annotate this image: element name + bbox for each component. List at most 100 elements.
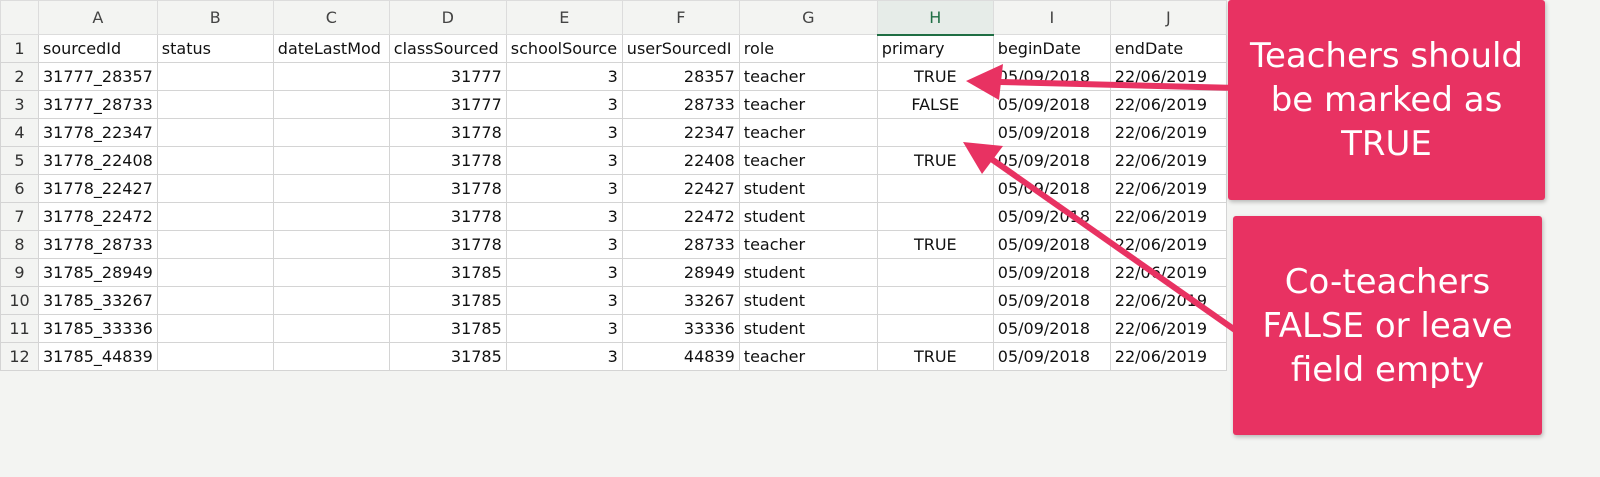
table-cell[interactable]: TRUE — [876, 230, 994, 259]
table-cell[interactable] — [272, 258, 390, 287]
row-number[interactable]: 10 — [0, 286, 39, 315]
table-cell[interactable]: FALSE — [876, 90, 994, 119]
row-number[interactable]: 3 — [0, 90, 39, 119]
table-cell[interactable]: 31778_22427 — [38, 174, 158, 203]
header-cell[interactable]: schoolSource — [505, 34, 623, 63]
table-cell[interactable]: 31778_28733 — [38, 230, 158, 259]
row-number[interactable]: 6 — [0, 174, 39, 203]
table-cell[interactable] — [272, 90, 390, 119]
table-cell[interactable]: 28733 — [621, 90, 740, 119]
header-cell[interactable]: beginDate — [992, 34, 1111, 63]
table-cell[interactable]: 31778_22347 — [38, 118, 158, 147]
header-cell[interactable]: sourcedId — [38, 34, 158, 63]
table-cell[interactable]: 22/06/2019 — [1109, 342, 1227, 371]
table-cell[interactable]: 31785 — [388, 286, 507, 315]
table-cell[interactable]: 22/06/2019 — [1109, 230, 1227, 259]
table-cell[interactable] — [156, 230, 274, 259]
table-cell[interactable]: 05/09/2018 — [992, 230, 1111, 259]
table-cell[interactable]: 31778 — [388, 118, 507, 147]
table-cell[interactable]: 05/09/2018 — [992, 62, 1111, 91]
table-cell[interactable]: 31785 — [388, 342, 507, 371]
column-header-j[interactable]: J — [1109, 0, 1227, 35]
table-cell[interactable] — [156, 146, 274, 175]
table-cell[interactable]: 22427 — [621, 174, 740, 203]
table-cell[interactable] — [272, 286, 390, 315]
header-cell[interactable]: dateLastMod — [272, 34, 390, 63]
row-number[interactable]: 9 — [0, 258, 39, 287]
table-cell[interactable] — [156, 62, 274, 91]
table-cell[interactable]: 33267 — [621, 286, 740, 315]
table-cell[interactable]: 05/09/2018 — [992, 314, 1111, 343]
table-cell[interactable]: 31777_28357 — [38, 62, 158, 91]
table-cell[interactable]: 22/06/2019 — [1109, 174, 1227, 203]
table-cell[interactable]: 3 — [505, 174, 623, 203]
table-cell[interactable]: 3 — [505, 314, 623, 343]
table-cell[interactable]: teacher — [738, 230, 878, 259]
table-cell[interactable] — [272, 230, 390, 259]
table-cell[interactable]: TRUE — [876, 146, 994, 175]
table-cell[interactable]: 3 — [505, 118, 623, 147]
table-cell[interactable]: 22/06/2019 — [1109, 286, 1227, 315]
column-header-d[interactable]: D — [388, 0, 507, 35]
table-cell[interactable]: 28357 — [621, 62, 740, 91]
table-cell[interactable]: teacher — [738, 146, 878, 175]
table-cell[interactable] — [876, 118, 994, 147]
table-cell[interactable]: 44839 — [621, 342, 740, 371]
table-cell[interactable] — [272, 314, 390, 343]
table-cell[interactable]: 3 — [505, 202, 623, 231]
header-cell[interactable]: primary — [876, 34, 994, 63]
table-cell[interactable]: 3 — [505, 230, 623, 259]
table-cell[interactable]: 05/09/2018 — [992, 286, 1111, 315]
table-cell[interactable] — [876, 174, 994, 203]
column-header-f[interactable]: F — [621, 0, 740, 35]
table-cell[interactable]: TRUE — [876, 62, 994, 91]
table-cell[interactable]: student — [738, 314, 878, 343]
table-cell[interactable]: 28733 — [621, 230, 740, 259]
table-cell[interactable] — [876, 258, 994, 287]
table-cell[interactable] — [156, 286, 274, 315]
table-cell[interactable]: 31778 — [388, 202, 507, 231]
table-cell[interactable]: 28949 — [621, 258, 740, 287]
table-cell[interactable]: 3 — [505, 90, 623, 119]
table-cell[interactable] — [156, 118, 274, 147]
table-cell[interactable]: TRUE — [876, 342, 994, 371]
column-header-b[interactable]: B — [156, 0, 274, 35]
table-cell[interactable]: 31785 — [388, 258, 507, 287]
table-cell[interactable] — [272, 146, 390, 175]
row-number[interactable]: 1 — [0, 34, 39, 63]
header-cell[interactable]: userSourcedI — [621, 34, 740, 63]
table-cell[interactable]: 22/06/2019 — [1109, 202, 1227, 231]
table-cell[interactable] — [272, 118, 390, 147]
table-cell[interactable]: 05/09/2018 — [992, 118, 1111, 147]
table-cell[interactable]: 31777_28733 — [38, 90, 158, 119]
table-cell[interactable]: 22/06/2019 — [1109, 146, 1227, 175]
table-cell[interactable] — [156, 314, 274, 343]
table-cell[interactable] — [156, 258, 274, 287]
table-cell[interactable]: 05/09/2018 — [992, 258, 1111, 287]
table-cell[interactable]: 31785_28949 — [38, 258, 158, 287]
table-cell[interactable]: 31777 — [388, 90, 507, 119]
table-cell[interactable]: teacher — [738, 342, 878, 371]
table-cell[interactable]: 05/09/2018 — [992, 146, 1111, 175]
table-cell[interactable]: 05/09/2018 — [992, 342, 1111, 371]
table-cell[interactable]: 31778 — [388, 230, 507, 259]
table-cell[interactable] — [876, 314, 994, 343]
column-header-g[interactable]: G — [738, 0, 878, 35]
table-cell[interactable]: 05/09/2018 — [992, 202, 1111, 231]
row-number[interactable]: 8 — [0, 230, 39, 259]
table-cell[interactable]: 22347 — [621, 118, 740, 147]
table-cell[interactable]: 3 — [505, 146, 623, 175]
table-cell[interactable]: 31778 — [388, 174, 507, 203]
table-cell[interactable]: 31785_44839 — [38, 342, 158, 371]
table-cell[interactable]: 31778 — [388, 146, 507, 175]
table-cell[interactable]: 3 — [505, 62, 623, 91]
table-cell[interactable]: 22/06/2019 — [1109, 118, 1227, 147]
table-cell[interactable] — [876, 286, 994, 315]
table-cell[interactable]: 31785_33267 — [38, 286, 158, 315]
table-cell[interactable]: 3 — [505, 286, 623, 315]
table-cell[interactable] — [272, 62, 390, 91]
column-header-c[interactable]: C — [272, 0, 390, 35]
table-cell[interactable]: student — [738, 258, 878, 287]
table-cell[interactable] — [272, 202, 390, 231]
table-cell[interactable]: teacher — [738, 118, 878, 147]
